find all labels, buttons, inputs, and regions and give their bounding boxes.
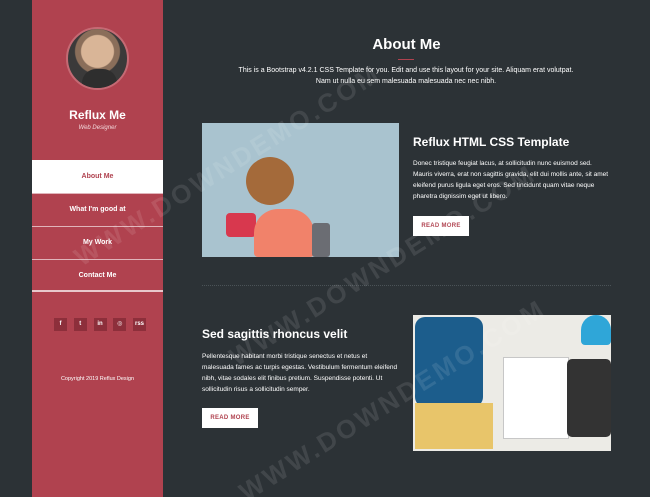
intro-text: This is a Bootstrap v4.2.1 CSS Template … xyxy=(210,65,602,87)
sketch-paper-shape xyxy=(503,357,569,439)
intro-line-2: Nam ut nulla eu sem malesuada malesuada … xyxy=(315,78,497,85)
linkedin-icon[interactable]: in xyxy=(93,318,107,331)
title-underline xyxy=(398,59,414,60)
notecard-shape xyxy=(415,403,493,449)
tablet-shape xyxy=(567,359,611,437)
intro-line-1: This is a Bootstrap v4.2.1 CSS Template … xyxy=(238,67,574,74)
page-title: About Me xyxy=(372,36,441,53)
nav-item-about-me[interactable]: About Me xyxy=(32,160,163,193)
card-image-workspace xyxy=(202,123,399,257)
card-1-title: Reflux HTML CSS Template xyxy=(413,135,570,149)
brand-role: Web Designer xyxy=(78,125,117,131)
social-links: f t in ◎ rss xyxy=(54,318,146,332)
section-divider xyxy=(202,285,611,286)
rss-icon[interactable]: rss xyxy=(133,318,146,331)
person-shape xyxy=(254,209,314,257)
twitter-icon[interactable]: t xyxy=(73,318,87,331)
bag-shape xyxy=(226,213,256,237)
chair-shape xyxy=(312,223,330,257)
instagram-icon[interactable]: ◎ xyxy=(113,318,127,331)
left-gutter xyxy=(0,0,32,497)
lamp-shape xyxy=(581,315,611,345)
avatar xyxy=(66,27,129,90)
card-2-read-more-button[interactable]: READ MORE xyxy=(202,408,258,428)
brand-name: Reflux Me xyxy=(69,108,126,122)
copyright-text: Copyright 2019 Reflux Design xyxy=(60,376,135,382)
facebook-icon[interactable]: f xyxy=(54,318,67,331)
